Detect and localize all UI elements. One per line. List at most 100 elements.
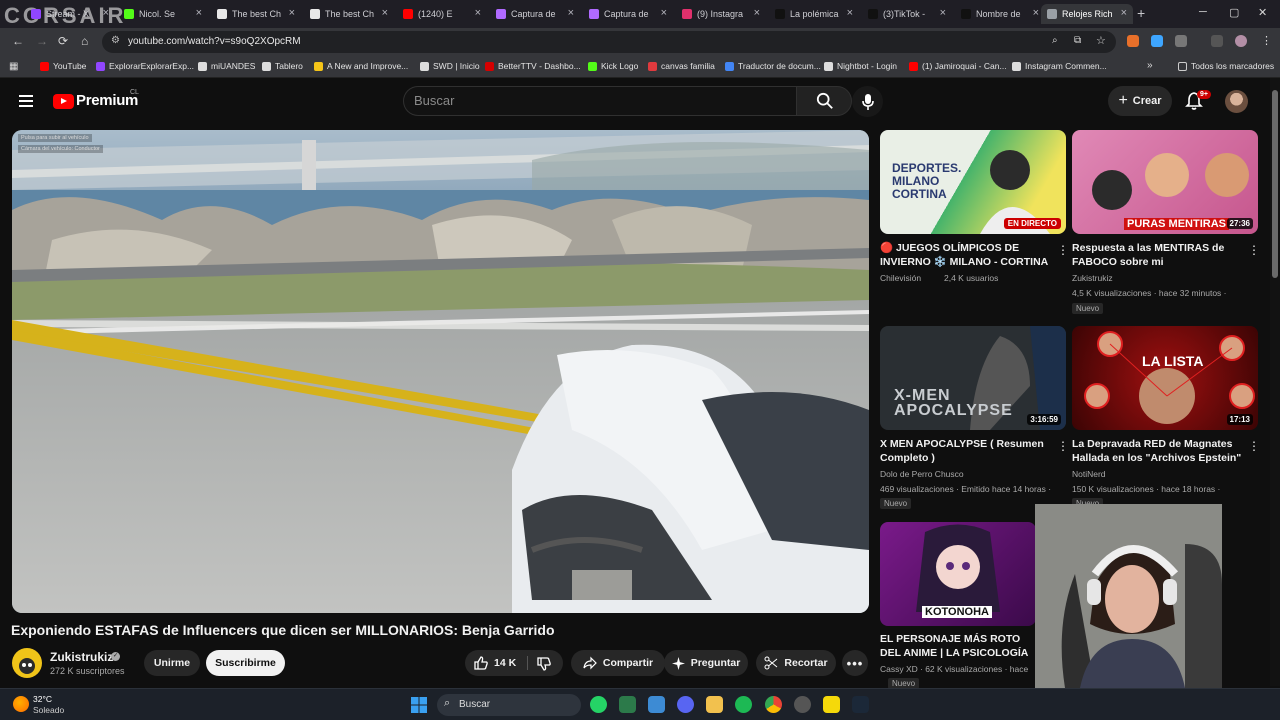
extensions-icon[interactable] [1175,35,1187,47]
tab-close-icon[interactable]: × [754,7,760,19]
tab-close-icon[interactable]: × [847,7,853,19]
cast-icon[interactable]: ⧉ [1074,35,1081,46]
subscribe-button[interactable]: Suscribirme [206,650,285,676]
recommendation-channel[interactable]: Cassy XD [880,664,918,674]
ask-button[interactable]: Preguntar [664,650,748,676]
browser-tab[interactable]: La polémica × [769,4,859,24]
address-bar[interactable]: ⚙ youtube.com/watch?v=s9oQ2XOpcRM ⌕ ⧉ ☆ [102,31,1116,53]
recommendation-channel[interactable]: Dolo de Perro Chusco [880,469,964,479]
like-count[interactable]: 14 K [494,657,516,669]
share-button[interactable]: Compartir [571,650,665,676]
bookmark-item[interactable]: (1) Jamiroquai - Can... [909,61,1007,71]
tab-close-icon[interactable]: × [1121,7,1127,19]
bookmark-item[interactable]: Instagram Commen... [1012,61,1107,71]
browser-tab[interactable]: Stream - X × [25,4,115,24]
recommendation-title[interactable]: Respuesta a las MENTIRAS de FABOCO sobre… [1072,241,1242,269]
chrome-icon[interactable] [765,696,782,713]
temperature[interactable]: 32°C [33,694,52,704]
bookmark-item[interactable]: A New and Improve... [314,61,408,71]
more-vertical-icon[interactable]: ⋮ [1248,440,1260,452]
recommendation-thumbnail[interactable]: PURAS MENTIRAS 27:36 [1072,130,1258,234]
browser-tab[interactable]: Nombre de × [955,4,1045,24]
bookmark-item[interactable]: canvas familia [648,61,715,71]
create-button[interactable]: + Crear [1108,86,1172,116]
tab-close-icon[interactable]: × [940,7,946,19]
browser-tab[interactable]: Captura de × [583,4,673,24]
recommendation-title[interactable]: La Depravada RED de Magnates Hallada en … [1072,437,1242,465]
bookmark-item[interactable]: Nightbot - Login [824,61,897,71]
bookmark-item[interactable]: ExplorarExplorarExp... [96,61,194,71]
browser-tab[interactable]: The best Ch × [211,4,301,24]
browser-tab[interactable]: (1240) E × [397,4,487,24]
page-scrollbar[interactable] [1270,78,1280,686]
whatsapp-icon[interactable] [590,696,607,713]
youtube-logo-text[interactable]: Premium [76,92,138,109]
tab-close-icon[interactable]: × [568,7,574,19]
scrollbar-thumb[interactable] [1272,90,1278,278]
dislike-button-icon[interactable] [536,656,552,672]
settings-gear-icon[interactable] [794,696,811,713]
tab-close-icon[interactable]: × [1033,7,1039,19]
channel-name[interactable]: Zukistrukiz [50,650,113,664]
browser-tab[interactable]: (3)TikTok - × [862,4,952,24]
tab-close-icon[interactable]: × [196,7,202,19]
weather-condition[interactable]: Soleado [33,705,64,715]
extension-bttv-icon[interactable] [1151,35,1163,47]
recommendation-title[interactable]: 🔴 JUEGOS OLÍMPICOS DE INVIERNO ❄️ MILANO… [880,241,1050,269]
steam-icon[interactable] [852,696,869,713]
youtube-logo-icon[interactable] [53,94,74,109]
file-explorer-icon[interactable] [706,696,723,713]
recommendation-channel[interactable]: Zukistrukiz [1072,273,1113,283]
recommendation-channel[interactable]: NotiNerd [1072,469,1106,479]
more-vertical-icon[interactable]: ⋮ [1057,244,1069,256]
maximize-icon[interactable]: ▢ [1229,6,1239,19]
back-icon[interactable]: ← [12,34,24,48]
tab-close-icon[interactable]: × [661,7,667,19]
all-bookmarks-folder[interactable]: Todos los marcadores [1178,61,1274,71]
video-player[interactable]: Pulsa para subir al vehículo Cámara del … [12,130,869,613]
recommendation-channel[interactable]: Chilevisión [880,273,921,283]
sticky-notes-icon[interactable] [823,696,840,713]
apps-grid-icon[interactable]: ▦ [9,61,18,72]
spotify-icon[interactable] [735,696,752,713]
bookmark-item[interactable]: Tablero [262,61,303,71]
bookmark-item[interactable]: YouTube [40,61,86,71]
browser-tab[interactable]: The best Ch × [304,4,394,24]
bookmark-item[interactable]: miUANDES [198,61,255,71]
recommendation-thumbnail[interactable]: DEPORTES. MILANO CORTINA EN DIRECTO [880,130,1066,234]
channel-avatar[interactable] [12,648,42,678]
browser-tab[interactable]: (9) Instagra × [676,4,766,24]
hamburger-menu-icon[interactable] [19,95,33,107]
recommendation-title[interactable]: X MEN APOCALYPSE ( Resumen Completo ) [880,437,1050,465]
browser-tab[interactable]: Relojes Rich × [1041,4,1133,24]
voice-search-button[interactable] [852,86,883,117]
profile-icon[interactable] [1235,35,1247,47]
join-button[interactable]: Unirme [144,650,200,676]
terminal-icon[interactable] [619,696,636,713]
search-button[interactable] [796,86,852,116]
close-window-icon[interactable]: ✕ [1258,6,1267,19]
bookmark-star-icon[interactable]: ☆ [1096,34,1106,47]
tab-close-icon[interactable]: × [382,7,388,19]
home-icon[interactable]: ⌂ [81,34,88,48]
tab-close-icon[interactable]: × [289,7,295,19]
forward-icon[interactable]: → [36,34,48,48]
search-input[interactable] [414,93,784,108]
windows-start-icon[interactable] [411,697,427,713]
clip-button[interactable]: Recortar [756,650,836,676]
media-icon[interactable] [1211,35,1223,47]
taskbar-search[interactable]: ⌕ Buscar [437,694,581,716]
more-actions-button[interactable]: ••• [842,650,868,676]
tab-close-icon[interactable]: × [475,7,481,19]
bookmark-item[interactable]: BetterTTV - Dashbo... [485,61,581,71]
like-button-icon[interactable] [473,655,489,671]
new-tab-button[interactable]: + [1137,5,1145,21]
minimize-icon[interactable]: ─ [1199,6,1207,18]
user-avatar[interactable] [1225,90,1248,113]
reload-icon[interactable]: ⟳ [58,34,68,48]
bookmark-item[interactable]: Traductor de docum... [725,61,821,71]
more-vertical-icon[interactable]: ⋮ [1057,440,1069,452]
recommendation-thumbnail[interactable]: X-MEN APOCALYPSE 3:16:59 [880,326,1066,430]
browser-menu-icon[interactable]: ⋮ [1261,34,1272,47]
more-vertical-icon[interactable]: ⋮ [1248,244,1260,256]
